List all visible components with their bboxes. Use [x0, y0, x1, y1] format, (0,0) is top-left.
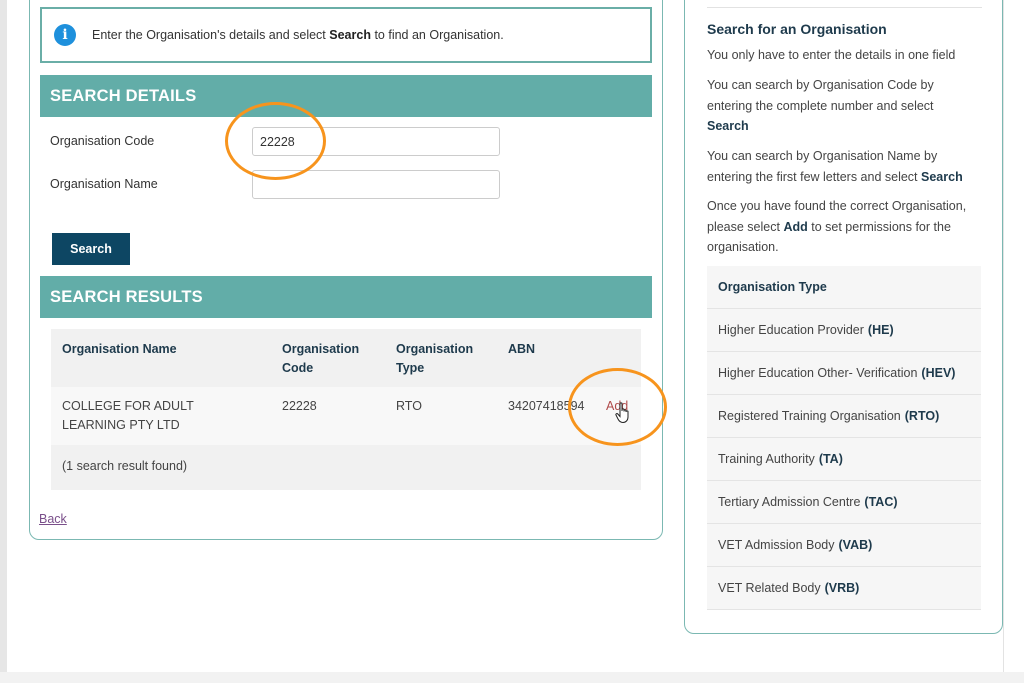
col-header-text: Organisation Name: [62, 342, 177, 356]
info-text-bold: Search: [329, 28, 371, 42]
org-type-label: Registered Training Organisation: [718, 409, 901, 423]
sidebar-paragraph-3: You can search by Organisation Name by e…: [707, 146, 982, 187]
col-header-text: Type: [396, 361, 425, 375]
org-type-row: Registered Training Organisation (RTO): [707, 395, 981, 438]
main-panel: i Enter the Organisation's details and s…: [29, 0, 663, 540]
sidebar-p2-bold: Search: [707, 119, 749, 133]
org-type-code: (TA): [818, 452, 843, 466]
info-message: i Enter the Organisation's details and s…: [40, 7, 652, 63]
col-header-text: Code: [282, 361, 314, 375]
results-table: Organisation Name Organisation Code Orga…: [51, 329, 641, 490]
sidebar-p3-bold: Search: [921, 169, 963, 184]
org-name-label: Organisation Name: [50, 177, 158, 191]
org-type-code: (VAB): [838, 538, 873, 552]
cell-org-name: COLLEGE FOR ADULT LEARNING PTY LTD: [62, 397, 194, 435]
org-type-label: VET Admission Body: [718, 538, 835, 552]
page-footer-band: [0, 672, 1024, 683]
org-type-code: (RTO): [904, 409, 940, 423]
cell-org-type: RTO: [396, 399, 422, 413]
hand-cursor-icon: [615, 402, 629, 424]
cell-org-name-line: LEARNING PTY LTD: [62, 418, 180, 432]
sidebar-paragraph-2: You can search by Organisation Code by e…: [707, 75, 982, 137]
cell-org-code: 22228: [282, 399, 317, 413]
result-count: (1 search result found): [62, 459, 188, 473]
right-window-edge: [1003, 0, 1024, 683]
org-type-label: Tertiary Admission Centre: [718, 495, 861, 509]
info-icon: i: [54, 24, 76, 46]
org-type-label: Higher Education Provider: [718, 323, 864, 337]
sidebar-p3-text: You can search by Organisation Name by e…: [707, 149, 938, 184]
org-type-row: Tertiary Admission Centre (TAC): [707, 481, 981, 524]
col-header-org-code: Organisation Code: [282, 340, 359, 378]
org-type-row: VET Related Body (VRB): [707, 567, 981, 610]
back-link[interactable]: Back: [39, 512, 67, 526]
cell-abn: 34207418594: [508, 399, 585, 413]
org-type-label: Training Authority: [718, 452, 815, 466]
help-sidebar: Search for an Organisation You only have…: [684, 0, 1003, 634]
search-button[interactable]: Search: [52, 233, 130, 265]
org-type-row: Higher Education Other- Verification (HEV…: [707, 352, 981, 395]
cell-org-name-line: COLLEGE FOR ADULT: [62, 399, 194, 413]
col-header-text: ABN: [508, 342, 536, 356]
org-type-code: (VRB): [824, 581, 860, 595]
sidebar-p2-text: You can search by Organisation Code by e…: [707, 78, 934, 113]
info-text: Enter the Organisation's details and sel…: [92, 28, 504, 42]
search-details-header: SEARCH DETAILS: [40, 75, 652, 117]
org-name-input[interactable]: [252, 170, 500, 199]
org-code-input[interactable]: [252, 127, 500, 156]
search-results-header: SEARCH RESULTS: [40, 276, 652, 318]
org-type-label: VET Related Body: [718, 581, 821, 595]
col-header-org-type: Organisation Type: [396, 340, 473, 378]
org-code-label: Organisation Code: [50, 134, 155, 148]
org-type-row: VET Admission Body (VAB): [707, 524, 981, 567]
sidebar-paragraph-1: You only have to enter the details in on…: [707, 48, 956, 62]
col-header-text: Organisation: [282, 342, 360, 356]
col-header-org-name: Organisation Name: [62, 340, 177, 359]
sidebar-p4-bold: Add: [783, 219, 808, 234]
left-window-edge: [0, 0, 7, 683]
org-type-table: Organisation Type Higher Education Provi…: [707, 266, 981, 610]
org-type-row: Training Authority (TA): [707, 438, 981, 481]
col-header-text: Organisation: [396, 342, 474, 356]
sidebar-paragraph-4: Once you have found the correct Organisa…: [707, 196, 982, 258]
info-text-after: to find an Organisation.: [374, 28, 504, 42]
org-type-code: (HEV): [921, 366, 956, 380]
info-text-before: Enter the Organisation's details and sel…: [92, 28, 326, 42]
col-header-abn: ABN: [508, 340, 535, 359]
table-row: COLLEGE FOR ADULT LEARNING PTY LTD 22228…: [51, 387, 641, 445]
org-type-row: Higher Education Provider (HE): [707, 309, 981, 352]
org-type-table-header: Organisation Type: [707, 266, 981, 309]
org-type-label: Higher Education Other- Verification: [718, 366, 918, 380]
org-type-code: (HE): [867, 323, 894, 337]
sidebar-divider: [707, 7, 982, 8]
org-type-code: (TAC): [864, 495, 898, 509]
sidebar-title: Search for an Organisation: [707, 21, 887, 37]
